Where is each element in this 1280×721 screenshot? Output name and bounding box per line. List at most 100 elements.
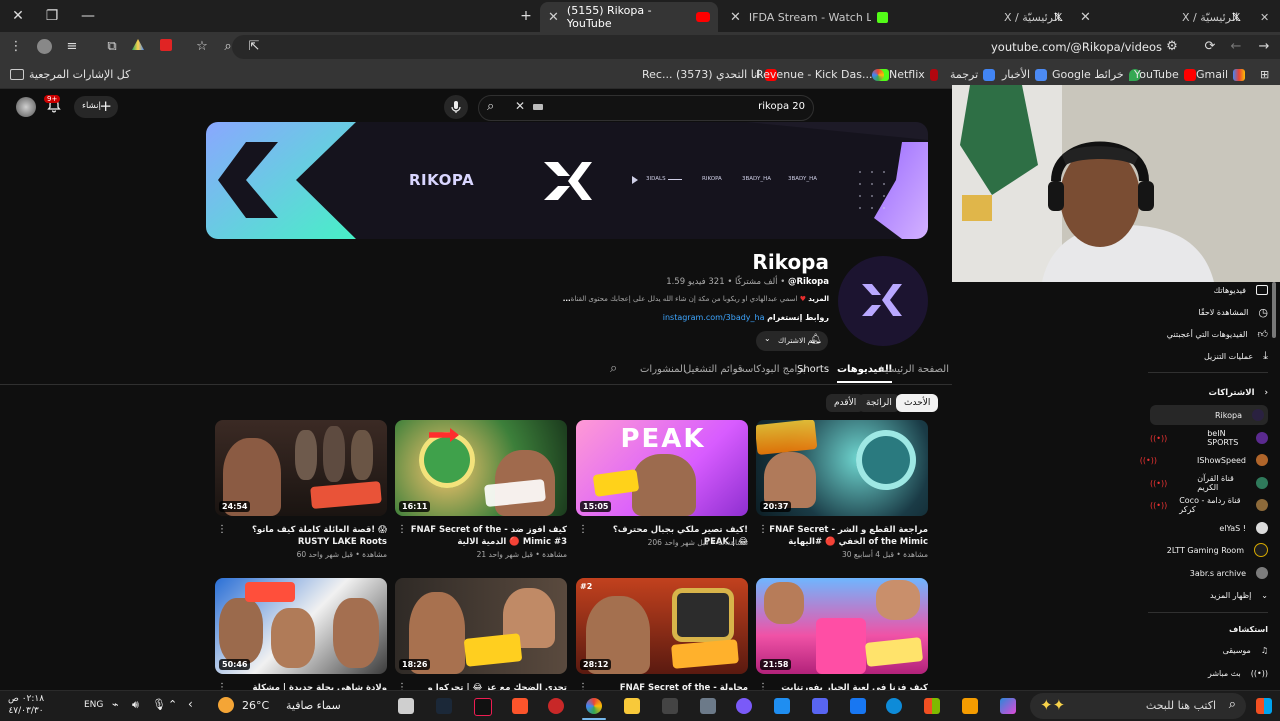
network-icon[interactable]: ⌁ — [112, 698, 119, 711]
sidebar-subscriptions-header[interactable]: الاشتراكات › — [1150, 383, 1268, 403]
new-tab-icon[interactable]: + — [516, 6, 536, 26]
taskbar-app-icon[interactable] — [850, 698, 866, 714]
tab-x-home-1[interactable]: ✕ X / الرئيسيّة 𝕏 — [900, 4, 1091, 30]
drive-extension-icon[interactable] — [130, 39, 146, 55]
video-menu-icon[interactable]: ⋮ — [397, 524, 407, 535]
tab-close-icon[interactable]: ✕ — [730, 10, 741, 25]
kebab-menu-icon[interactable]: ⋮ — [8, 39, 24, 55]
subscribed-button[interactable]: ⌄ تم الاشتراك 🔔︎ — [756, 331, 828, 351]
site-settings-icon[interactable]: ⚙ — [1164, 39, 1180, 55]
voice-search-button[interactable] — [444, 95, 468, 119]
sidebar-sub-rikopa[interactable]: Rikopa — [1150, 405, 1268, 425]
taskbar-app-icon[interactable] — [662, 698, 678, 714]
tab-close-icon[interactable]: ✕ — [548, 10, 559, 25]
tab-playlists[interactable]: قوائم التشغيل — [684, 364, 743, 375]
video-thumbnail[interactable]: PEAK 15:05 — [576, 420, 748, 516]
all-bookmarks[interactable]: كل الإشارات المرجعية — [10, 68, 130, 81]
search-box[interactable]: ⌕ ✕ rikopa 20 — [478, 95, 814, 121]
microphone-tray-icon[interactable]: 🎙︎ — [152, 698, 166, 711]
tab-x-home-2[interactable]: X / الرئيسيّة 𝕏 ✕ — [1090, 4, 1280, 30]
close-window-icon[interactable]: ✕ — [8, 6, 28, 26]
extensions-icon[interactable]: ⧉ — [104, 39, 120, 55]
sidebar-item-live[interactable]: بث مباشر ((•)) — [1150, 663, 1268, 683]
chevron-left-icon[interactable]: ‹ — [188, 697, 193, 711]
bookmark-gmail[interactable]: Gmail — [1196, 68, 1246, 81]
video-title[interactable]: FNAF Secret - مراجعة القطع و الشر الخفي … — [768, 524, 928, 548]
sidebar-item-liked-videos[interactable]: الفيديوهات التي أعجبتني 👍︎ — [1150, 324, 1268, 344]
profile-avatar[interactable] — [36, 39, 52, 55]
video-thumbnail[interactable]: 16:11 — [395, 420, 567, 516]
zoom-icon[interactable]: ⌕ — [220, 39, 236, 55]
tray-overflow-icon[interactable]: ⌃ — [168, 698, 177, 711]
sidebar-sub-elyas[interactable]: elYaS ! — [1150, 518, 1268, 538]
apps-grid-icon[interactable]: ⊞ — [1260, 68, 1269, 81]
bookmark-maps[interactable]: Google خرائط — [1052, 68, 1141, 81]
channel-search-icon[interactable]: ⌕ — [610, 361, 617, 376]
sidebar-sub-bein[interactable]: ((•)) beIN SPORTS — [1150, 428, 1268, 448]
sidebar-scrollbar[interactable] — [1272, 282, 1276, 338]
tab-kick-stream[interactable]: ✕ IFDA Stream - Watch Live on Kick — [722, 4, 900, 30]
channel-links[interactable]: instagram.com/3bady_ha روابط إنستغرام — [663, 313, 829, 322]
tab-home[interactable]: الصفحة الرئيسية — [880, 364, 949, 375]
search-icon[interactable]: ⌕ — [487, 99, 494, 114]
sidebar-item-watch-later[interactable]: المشاهدة لاحقًا ◷ — [1150, 302, 1268, 322]
system-clock[interactable]: ٠٢:١٨ ص ٤٧/٠٣/٣٠ — [6, 693, 46, 717]
edge-icon[interactable] — [886, 698, 902, 714]
chip-latest[interactable]: الأحدث — [896, 394, 939, 412]
taskbar-app-icon[interactable] — [736, 698, 752, 714]
taskbar-app-icon[interactable] — [774, 698, 790, 714]
video-menu-icon[interactable]: ⋮ — [578, 524, 588, 535]
create-button[interactable]: إنشاء + — [74, 96, 118, 118]
search-input[interactable]: rikopa 20 — [758, 101, 805, 112]
taskbar-search-box[interactable]: ✦✦ اكتب هنا للبحث ⌕ — [1030, 693, 1246, 719]
sidebar-sub-ishowspeed[interactable]: ((•)) IShowSpeed — [1140, 450, 1268, 470]
sidebar-sub-quran[interactable]: ((•)) قناة القرآن الكريم — [1150, 473, 1268, 493]
sidebar-sub-2ltt[interactable]: 2LTT Gaming Room — [1150, 540, 1268, 560]
steam-icon[interactable] — [436, 698, 452, 714]
sidebar-sub-coco[interactable]: ((•)) Coco قناة ردامة - كركر — [1150, 495, 1268, 515]
bookmark-news[interactable]: الأخبار — [1002, 68, 1048, 81]
channel-description[interactable]: ...المزيد ♥ اسمي عبدالهادي او ريكوبا من … — [563, 295, 829, 303]
sidebar-sub-3abrs[interactable]: 3abr.s archive — [1150, 563, 1268, 583]
bookmark-youtube[interactable]: YouTube — [1134, 68, 1196, 81]
video-thumbnail[interactable]: 18:26 — [395, 578, 567, 674]
video-thumbnail[interactable]: 24:54 — [215, 420, 387, 516]
bookmark-translate[interactable]: ترجمة — [950, 68, 996, 81]
reload-icon[interactable]: ⟳ — [1202, 39, 1218, 55]
forward-arrow-icon[interactable]: ← — [1228, 39, 1244, 55]
vlc-icon[interactable] — [962, 698, 978, 714]
minimize-window-icon[interactable]: — — [78, 6, 98, 26]
tab-search-icon[interactable]: ≡ — [64, 39, 80, 55]
back-arrow-icon[interactable]: → — [1256, 39, 1272, 55]
tab-posts[interactable]: المنشورات — [640, 364, 686, 375]
volume-icon[interactable]: 🔊︎ — [132, 698, 139, 712]
restore-window-icon[interactable]: ❐ — [42, 6, 62, 26]
sidebar-item-downloads[interactable]: عمليات التنزيل ⤓ — [1150, 346, 1268, 366]
tiktok-icon[interactable] — [474, 698, 492, 716]
video-menu-icon[interactable]: ⋮ — [758, 524, 768, 535]
file-explorer-icon[interactable] — [624, 698, 640, 714]
sidebar-show-more[interactable]: إظهار المزيد ⌄ — [1150, 585, 1268, 605]
video-thumbnail[interactable]: 20:37 — [756, 420, 928, 516]
store-icon[interactable] — [924, 698, 940, 714]
video-title[interactable]: قصة العائلة كاملة كيف ماتو؟! 😱 RUSTY LAK… — [227, 524, 387, 548]
chrome-icon[interactable] — [586, 698, 602, 714]
adblock-extension-icon[interactable] — [158, 39, 174, 55]
copilot-icon[interactable] — [1000, 698, 1016, 714]
sidebar-item-your-videos[interactable]: فيديوهاتك — [1150, 280, 1268, 300]
sidebar-item-music[interactable]: موسيقى ♫ — [1150, 640, 1268, 660]
video-thumbnail[interactable]: 21:58 — [756, 578, 928, 674]
channel-avatar[interactable] — [838, 256, 928, 346]
tab-podcasts[interactable]: برامج البودكاست — [735, 364, 806, 375]
instagram-link[interactable]: instagram.com/3bady_ha — [663, 313, 765, 322]
keyboard-icon[interactable] — [533, 104, 543, 110]
chip-popular[interactable]: الرائجة — [858, 394, 900, 412]
obs-icon[interactable] — [548, 698, 564, 714]
video-thumbnail[interactable]: #2 28:12 — [576, 578, 748, 674]
bookmark-kick-revenue[interactable]: Revenue - Kick Das... — [756, 68, 890, 81]
video-thumbnail[interactable]: 50:46 — [215, 578, 387, 674]
brave-icon[interactable] — [512, 698, 528, 714]
weather-widget[interactable]: 26°C سماء صافية — [216, 694, 341, 718]
language-indicator[interactable]: ENG — [84, 700, 103, 710]
tab-close-icon[interactable]: ✕ — [1260, 11, 1269, 24]
